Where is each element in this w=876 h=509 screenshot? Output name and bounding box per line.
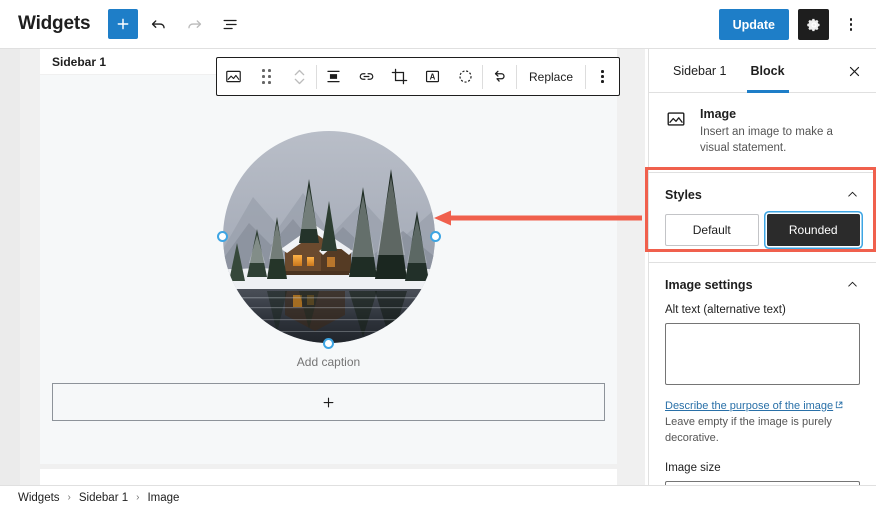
block-toolbar-group-type <box>217 58 316 95</box>
kebab-icon <box>850 18 853 31</box>
header-toolbar <box>108 8 246 40</box>
style-options: Default Rounded <box>665 214 860 246</box>
tab-sidebar-1[interactable]: Sidebar 1 <box>661 49 739 93</box>
widget-area-body: Add caption <box>40 74 617 464</box>
editor-canvas: Sidebar 1 <box>20 49 645 485</box>
block-type-button[interactable] <box>217 58 250 95</box>
more-options-button[interactable] <box>838 9 864 41</box>
settings-sidebar: Sidebar 1 Block Image Insert an image to… <box>648 49 876 485</box>
breadcrumb: Widgets › Sidebar 1 › Image <box>0 485 876 509</box>
alt-text-help-text: Leave empty if the image is purely decor… <box>665 416 832 443</box>
breadcrumb-separator: › <box>68 492 71 503</box>
text-over-image-button[interactable]: A <box>416 58 449 95</box>
align-icon <box>324 67 343 86</box>
resize-handle-right[interactable] <box>430 231 441 242</box>
block-info-card: Image Insert an image to make a visual s… <box>649 93 876 173</box>
widget-area-next-peek <box>40 469 617 485</box>
editor-header: Widgets <box>0 0 876 49</box>
block-info-text: Image Insert an image to make a visual s… <box>700 107 860 156</box>
left-gutter <box>0 49 20 485</box>
replace-arrow-button[interactable] <box>483 58 516 95</box>
update-button[interactable]: Update <box>719 9 789 40</box>
breadcrumb-item-image[interactable]: Image <box>147 492 179 504</box>
image-settings-header[interactable]: Image settings <box>649 263 876 304</box>
block-toolbar-group-format: A <box>317 58 482 95</box>
replace-arrow-icon <box>490 67 509 86</box>
undo-icon <box>149 15 168 34</box>
header-actions: Update <box>719 0 864 49</box>
breadcrumb-item-widgets[interactable]: Widgets <box>18 492 60 504</box>
breadcrumb-separator: › <box>136 492 139 503</box>
styles-panel-title: Styles <box>665 188 702 202</box>
image-preview[interactable] <box>223 131 435 343</box>
alt-text-input[interactable] <box>665 323 860 385</box>
styles-panel-body: Default Rounded <box>649 214 876 262</box>
redo-button[interactable] <box>178 8 210 40</box>
block-more-options-button[interactable] <box>586 58 619 95</box>
image-settings-title: Image settings <box>665 278 753 292</box>
block-toolbar: A Repla <box>216 57 620 96</box>
image-size-label: Image size <box>665 462 860 474</box>
image-caption-input[interactable]: Add caption <box>297 355 360 369</box>
image-block[interactable]: Add caption <box>52 89 605 369</box>
image-settings-panel: Image settings Alt text (alternative tex… <box>649 263 876 509</box>
drag-dots-icon <box>262 69 270 83</box>
duotone-filter-button[interactable] <box>449 58 482 95</box>
chevron-up-down-icon <box>292 65 307 89</box>
kebab-icon <box>601 70 604 83</box>
breadcrumb-item-sidebar-1[interactable]: Sidebar 1 <box>79 492 128 504</box>
styles-panel: Styles Default Rounded <box>649 173 876 263</box>
resize-handle-bottom[interactable] <box>323 338 334 349</box>
alt-text-help: Describe the purpose of the image Leave e… <box>665 399 860 446</box>
text-over-image-icon: A <box>423 67 442 86</box>
tab-block[interactable]: Block <box>739 49 797 93</box>
style-option-rounded[interactable]: Rounded <box>767 214 861 246</box>
drag-handle[interactable] <box>250 58 283 95</box>
resize-handle-left[interactable] <box>217 231 228 242</box>
external-link-icon <box>834 400 844 415</box>
widgets-editor-app: Widgets <box>0 0 876 509</box>
crop-icon <box>390 67 409 86</box>
describe-purpose-link[interactable]: Describe the purpose of the image <box>665 400 833 412</box>
replace-button[interactable]: Replace <box>517 58 585 95</box>
crop-button[interactable] <box>383 58 416 95</box>
list-view-button[interactable] <box>214 8 246 40</box>
block-info-description: Insert an image to make a visual stateme… <box>700 125 860 156</box>
block-appender[interactable] <box>52 383 605 421</box>
link-icon <box>357 67 376 86</box>
sidebar-tabs: Sidebar 1 Block <box>649 49 876 93</box>
image-icon <box>665 108 687 130</box>
filter-circle-icon <box>456 67 475 86</box>
widget-area-title: Sidebar 1 <box>52 55 106 69</box>
close-sidebar-button[interactable] <box>840 57 868 85</box>
alt-text-label: Alt text (alternative text) <box>665 304 860 316</box>
plus-icon <box>115 16 131 32</box>
block-icon-wrap <box>665 107 689 156</box>
image-icon <box>224 67 243 86</box>
block-info-title: Image <box>700 107 860 121</box>
style-option-default[interactable]: Default <box>665 214 759 246</box>
redo-icon <box>185 15 204 34</box>
settings-button[interactable] <box>798 9 829 40</box>
close-icon <box>847 64 862 79</box>
list-view-icon <box>221 15 240 34</box>
page-title: Widgets <box>18 13 90 35</box>
winter-cabin-photo <box>223 131 435 343</box>
image-wrapper <box>223 131 435 343</box>
align-button[interactable] <box>317 58 350 95</box>
gear-icon <box>806 17 822 33</box>
svg-text:A: A <box>430 73 436 82</box>
block-toolbar-group-replace <box>483 58 516 95</box>
styles-panel-header[interactable]: Styles <box>649 173 876 214</box>
chevron-up-icon <box>845 277 860 292</box>
widget-area-sidebar-1: Sidebar 1 <box>40 49 617 464</box>
link-button[interactable] <box>350 58 383 95</box>
image-settings-body: Alt text (alternative text) Describe the… <box>649 304 876 509</box>
add-block-button[interactable] <box>108 9 138 39</box>
undo-button[interactable] <box>142 8 174 40</box>
chevron-up-icon <box>845 187 860 202</box>
plus-icon <box>321 395 336 410</box>
move-block-buttons[interactable] <box>283 58 316 95</box>
